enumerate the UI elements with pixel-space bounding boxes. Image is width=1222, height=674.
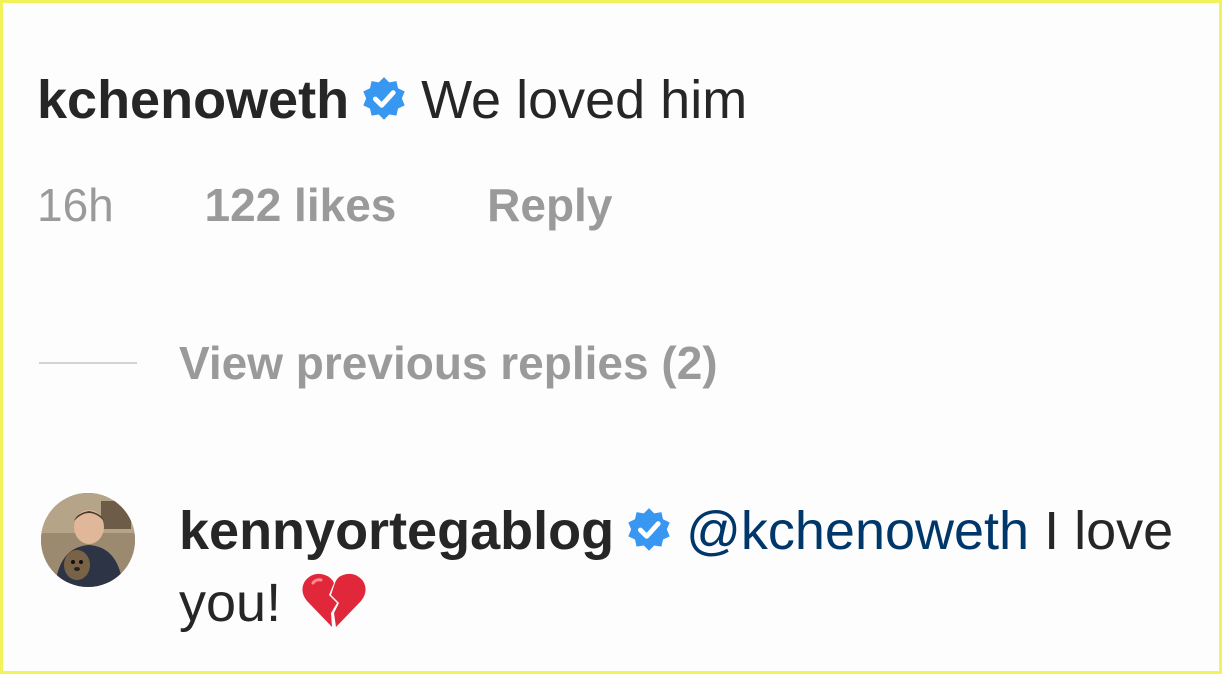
reply-comment: kennyortegablog @kchenoweth I love you! <box>179 495 1209 639</box>
comment: kchenoweth We loved him <box>37 65 747 135</box>
avatar-photo <box>41 493 135 587</box>
avatar[interactable] <box>41 493 135 587</box>
view-previous-replies-label: View previous replies (2) <box>179 337 718 389</box>
verified-badge-icon <box>363 77 405 120</box>
replies-divider <box>39 362 137 364</box>
reply-username[interactable]: kennyortegablog <box>179 501 614 561</box>
reply-button[interactable]: Reply <box>487 175 612 235</box>
comment-username[interactable]: kchenoweth <box>37 70 349 130</box>
verified-badge-icon <box>628 508 670 551</box>
comment-text: We loved him <box>421 70 748 130</box>
comment-meta: 16h 122 likes Reply <box>37 175 612 235</box>
view-previous-replies[interactable]: View previous replies (2) <box>39 333 718 393</box>
broken-heart-icon <box>302 573 366 627</box>
reply-mention[interactable]: @kchenoweth <box>686 501 1029 561</box>
comment-timestamp: 16h <box>37 179 114 231</box>
comment-likes[interactable]: 122 likes <box>205 175 397 235</box>
comment-thread: kchenoweth We loved him 16h 122 likes Re… <box>0 0 1222 674</box>
